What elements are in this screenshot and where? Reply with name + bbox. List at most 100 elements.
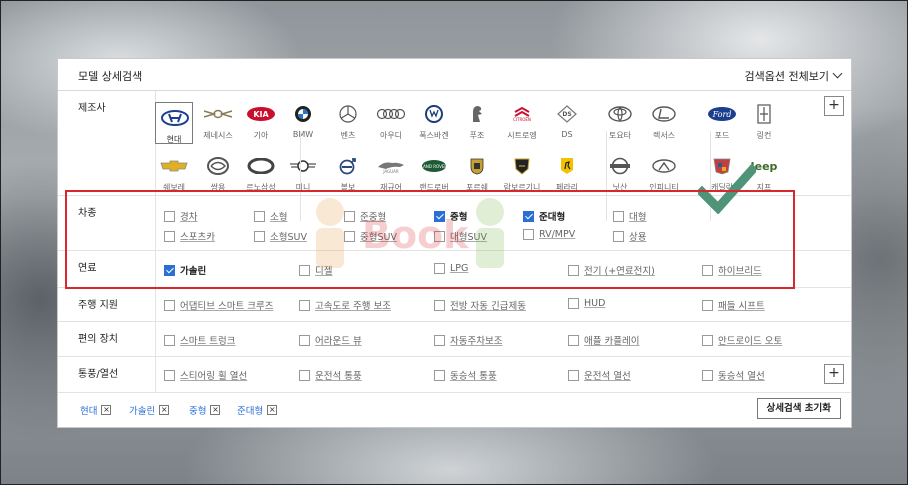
driving-assist-option-label: HUD	[584, 298, 606, 309]
driving-assist-option[interactable]: 고속도로 주행 보조	[299, 298, 391, 312]
ventilation-option[interactable]: 스티어링 휠 열선	[164, 368, 247, 382]
checkbox[interactable]	[434, 334, 445, 346]
maker-hyundai[interactable]: 현대	[155, 102, 193, 144]
convenience-label: 편의 장치	[58, 322, 156, 356]
checkbox[interactable]	[702, 369, 713, 381]
bmw-logo-icon	[284, 102, 322, 126]
driving-assist-option[interactable]: HUD	[568, 298, 605, 309]
selected-tag: 가솔린 ×	[129, 403, 170, 417]
ventilation-option[interactable]: 동승석 열선	[702, 368, 765, 382]
remove-tag-icon[interactable]: ×	[101, 405, 112, 415]
checkbox[interactable]	[568, 334, 579, 346]
maker-jaguar[interactable]: JAGUAR 재규어	[372, 154, 410, 193]
maker-landrover[interactable]: LAND ROVER 랜드로버	[415, 154, 453, 193]
convenience-option[interactable]: 스마트 트렁크	[164, 333, 235, 347]
maker-citroen[interactable]: CITROËN 시트로엥	[503, 102, 541, 141]
maker-name: DS	[561, 130, 573, 139]
peugeot-logo-icon	[458, 102, 496, 126]
maker-chevrolet[interactable]: 쉐보레	[155, 154, 193, 193]
maker-audi[interactable]: 아우디	[372, 102, 410, 141]
renault-samsung-logo-icon	[242, 154, 280, 178]
volvo-logo-icon	[329, 154, 367, 178]
maker-peugeot[interactable]: 푸조	[458, 102, 496, 141]
maker-ford[interactable]: Ford 포드	[703, 102, 741, 141]
checkbox[interactable]	[434, 369, 445, 381]
checkbox[interactable]	[299, 299, 310, 311]
reset-search-button[interactable]: 상세검색 초기화	[756, 398, 841, 419]
genesis-logo-icon	[199, 102, 237, 126]
maker-ds[interactable]: DS DS	[548, 102, 586, 139]
remove-tag-icon[interactable]: ×	[210, 405, 221, 415]
checkbox[interactable]	[434, 299, 445, 311]
porsche-logo-icon	[458, 154, 496, 178]
ventilation-option[interactable]: 운전석 열선	[568, 368, 631, 382]
checkbox[interactable]	[702, 334, 713, 346]
maker-name: 시트로엥	[507, 131, 537, 140]
svg-text:CITROËN: CITROËN	[513, 117, 531, 122]
ventilation-option[interactable]: 운전석 통풍	[299, 368, 362, 382]
ventilation-option[interactable]: 동승석 통풍	[434, 368, 497, 382]
maker-name: 벤츠	[340, 131, 356, 140]
driving-assist-option-label: 전방 자동 긴급제동	[450, 301, 526, 312]
driving-assist-row: 주행 지원 어댑티브 스마트 크루즈 고속도로 주행 보조 전방 자동 긴급제동 HU…	[58, 288, 851, 322]
checkbox[interactable]	[164, 334, 175, 346]
maker-renault-samsung[interactable]: 르노삼성	[242, 154, 280, 193]
maker-porsche[interactable]: 포르쉐	[458, 154, 496, 193]
checkbox[interactable]	[702, 299, 713, 311]
maker-row: 제조사 현대 제네시스 KIA 기아 쉐보레 쌍용 르노삼성 BMW 벤츠 아우디 폭스바겐 푸조 CI…	[58, 91, 851, 221]
maker-name: 제네시스	[203, 131, 233, 140]
maker-ferrari[interactable]: 페라리	[548, 154, 586, 193]
maker-infiniti[interactable]: 인피니티	[645, 154, 683, 193]
selected-tag-label: 현대	[80, 406, 98, 417]
checkbox[interactable]	[164, 369, 175, 381]
audi-logo-icon	[372, 102, 410, 126]
maker-mini[interactable]: 미니	[284, 154, 322, 193]
checkbox[interactable]	[568, 298, 579, 309]
maker-name: BMW	[292, 130, 314, 139]
panel-header: 모델 상세검색 검색옵션 전체보기	[58, 59, 851, 91]
maker-volvo[interactable]: 볼보	[329, 154, 367, 193]
checkbox[interactable]	[299, 369, 310, 381]
convenience-option[interactable]: 자동주차보조	[434, 333, 502, 347]
driving-assist-option-label: 패들 시프트	[718, 301, 765, 312]
checkbox[interactable]	[299, 334, 310, 346]
view-all-options-toggle[interactable]: 검색옵션 전체보기	[745, 68, 843, 84]
convenience-option[interactable]: 어라운드 뷰	[299, 333, 362, 347]
maker-more-button[interactable]: +	[824, 96, 844, 116]
landrover-logo-icon: LAND ROVER	[415, 154, 453, 178]
maker-lincoln[interactable]: 링컨	[745, 102, 783, 141]
maker-name: 링컨	[756, 131, 772, 140]
maker-volkswagen[interactable]: 폭스바겐	[415, 102, 453, 141]
maker-jeep[interactable]: Jeep 지프	[745, 154, 783, 193]
ventilation-option-label: 스티어링 휠 열선	[180, 371, 248, 382]
selected-tag: 중형 ×	[189, 403, 221, 417]
maker-genesis[interactable]: 제네시스	[199, 102, 237, 141]
driving-assist-option-label: 고속도로 주행 보조	[315, 301, 391, 312]
citroen-logo-icon: CITROËN	[503, 102, 541, 126]
maker-lexus[interactable]: 렉서스	[645, 102, 683, 141]
ventilation-more-button[interactable]: +	[824, 364, 844, 384]
driving-assist-option[interactable]: 전방 자동 긴급제동	[434, 298, 526, 312]
maker-lamborghini[interactable]: 람보르기니	[503, 154, 541, 193]
maker-mercedes[interactable]: 벤츠	[329, 102, 367, 141]
maker-kia[interactable]: KIA 기아	[242, 102, 280, 141]
maker-cadillac[interactable]: 캐딜락	[703, 154, 741, 193]
remove-tag-icon[interactable]: ×	[267, 405, 278, 415]
checkbox[interactable]	[164, 299, 175, 311]
driving-assist-option[interactable]: 어댑티브 스마트 크루즈	[164, 298, 273, 312]
lexus-logo-icon	[645, 102, 683, 126]
driving-assist-option[interactable]: 패들 시프트	[702, 298, 765, 312]
checkbox[interactable]	[568, 369, 579, 381]
svg-text:Ford: Ford	[712, 110, 732, 119]
remove-tag-icon[interactable]: ×	[159, 405, 170, 415]
convenience-option[interactable]: 안드로이드 오토	[702, 333, 782, 347]
convenience-option[interactable]: 애플 카플레이	[568, 333, 639, 347]
maker-ssangyong[interactable]: 쌍용	[199, 154, 237, 193]
selected-tag-label: 중형	[189, 406, 207, 417]
chevron-down-icon	[832, 68, 843, 79]
maker-bmw[interactable]: BMW	[284, 102, 322, 139]
maker-name: 렉서스	[652, 131, 676, 140]
maker-name: 현대	[166, 135, 182, 144]
driving-assist-label: 주행 지원	[58, 288, 156, 321]
ventilation-option-label: 동승석 열선	[718, 371, 765, 382]
